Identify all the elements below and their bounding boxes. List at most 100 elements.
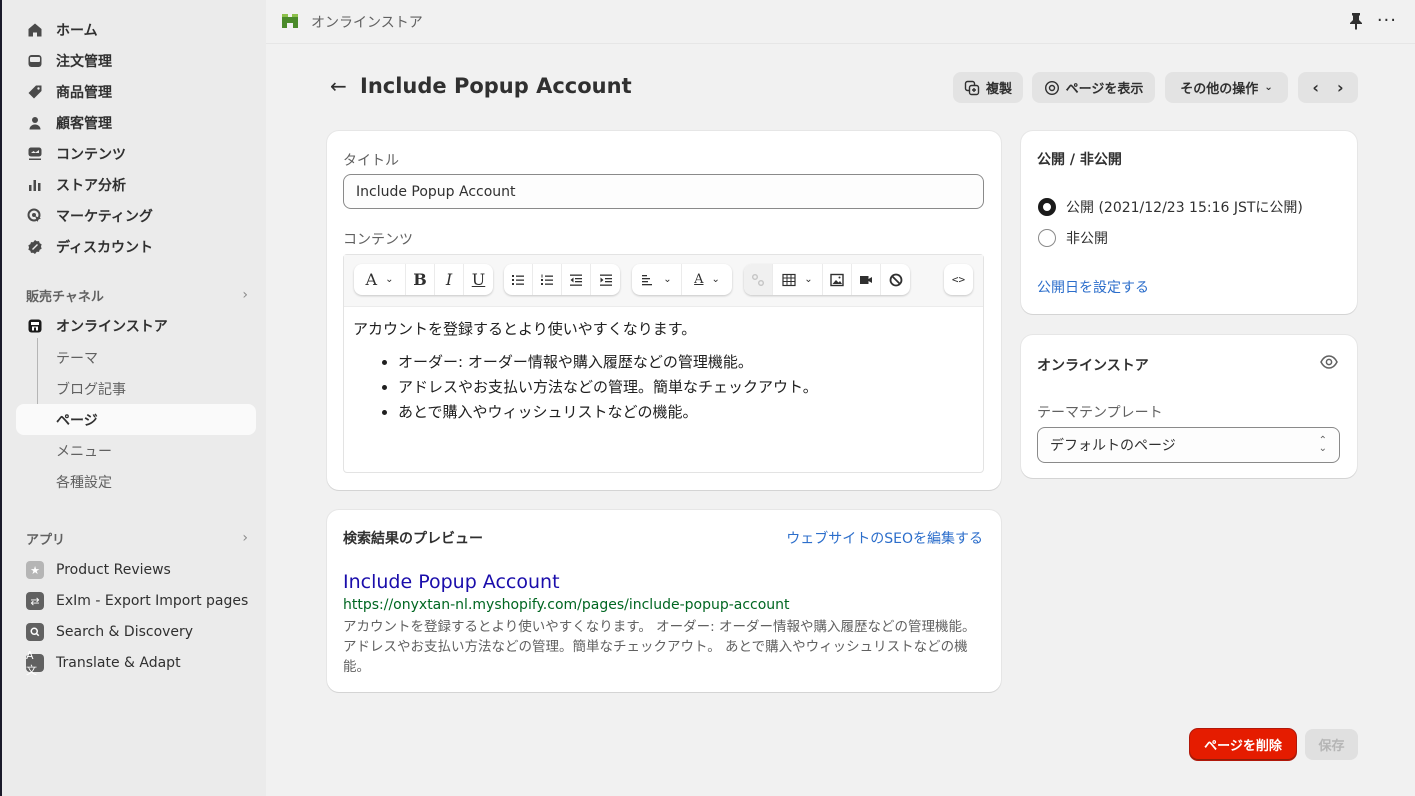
more-actions-button[interactable]: その他の操作 ⌄ xyxy=(1165,72,1288,103)
sidebar-item-label: 注文管理 xyxy=(56,54,112,70)
sidebar-item-label: Product Reviews xyxy=(56,562,171,578)
sidebar: ホーム 注文管理 商品管理 顧客管理 コンテンツ ストア分析 マーケティング デ… xyxy=(2,0,266,796)
list-item: アドレスやお支払い方法などの管理。簡単なチェックアウト。 xyxy=(398,375,818,400)
sidebar-item-customers[interactable]: 顧客管理 xyxy=(16,108,254,138)
code-icon: <> xyxy=(951,273,966,286)
export-import-icon: ⇄ xyxy=(26,592,44,610)
seo-preview-description: アカウントを登録するとより使いやすくなります。 オーダー: オーダー情報や購入履… xyxy=(343,619,976,675)
underline-button[interactable]: U xyxy=(464,264,493,295)
sidebar-item-home[interactable]: ホーム xyxy=(16,15,254,45)
list-group xyxy=(504,264,620,295)
more-options-icon[interactable]: ··· xyxy=(1377,10,1397,31)
theme-template-label: テーマテンプレート xyxy=(1037,405,1163,421)
radio-hidden[interactable]: 非公開 xyxy=(1038,228,1108,248)
sidebar-item-label: コンテンツ xyxy=(56,147,126,163)
numbered-list-icon xyxy=(541,274,553,285)
inbox-icon xyxy=(26,52,44,70)
text-color-button[interactable]: A ⌄ xyxy=(682,264,732,295)
back-arrow-icon[interactable]: ← xyxy=(330,74,347,98)
edit-seo-link[interactable]: ウェブサイトのSEOを編集する xyxy=(786,528,983,548)
view-page-button[interactable]: ページを表示 xyxy=(1032,72,1155,103)
chevron-down-icon: ⌄ xyxy=(385,274,394,285)
sidebar-item-label: ディスカウント xyxy=(56,240,154,256)
italic-button[interactable]: I xyxy=(435,264,464,295)
bullet-list-button[interactable] xyxy=(504,264,533,295)
editor-content[interactable]: アカウントを登録するとより使いやすくなります。 オーダー: オーダー情報や購入履… xyxy=(353,317,818,425)
rich-text-editor[interactable]: A ⌄ B I U ⌄ A ⌄ ⌄ <> アカウントを登録するとより使いやすくなりま… xyxy=(343,254,984,473)
translate-icon: A文 xyxy=(26,649,44,677)
table-icon xyxy=(782,273,796,286)
align-button[interactable]: ⌄ xyxy=(632,264,682,295)
visibility-heading: 公開 / 非公開 xyxy=(1037,152,1122,168)
select-arrows-icon: ⌃ ⌄ xyxy=(1318,435,1327,454)
underline-icon: U xyxy=(471,270,486,289)
show-html-button[interactable]: <> xyxy=(944,264,973,295)
chevron-right-icon: › xyxy=(242,287,248,303)
outdent-button[interactable] xyxy=(562,264,591,295)
sidebar-subitem-menus[interactable]: メニュー xyxy=(16,435,256,466)
font-style-button[interactable]: A ⌄ xyxy=(354,264,406,295)
store-name: オンラインストア xyxy=(311,15,423,31)
image-icon xyxy=(830,273,844,286)
sidebar-item-label: ホーム xyxy=(56,23,98,39)
link-icon xyxy=(752,273,764,286)
store-icon xyxy=(26,317,44,335)
sidebar-item-content[interactable]: コンテンツ xyxy=(16,139,254,169)
eye-icon[interactable] xyxy=(1319,352,1339,372)
list-item: あとで購入やウィッシュリストなどの機能。 xyxy=(398,400,818,425)
table-button[interactable]: ⌄ xyxy=(773,264,823,295)
person-icon xyxy=(26,114,44,132)
apps-heading[interactable]: アプリ › xyxy=(26,528,248,548)
star-icon: ★ xyxy=(26,561,44,579)
font-icon: A xyxy=(365,270,378,289)
clear-formatting-button[interactable] xyxy=(881,264,910,295)
link-button[interactable] xyxy=(744,264,773,295)
sidebar-item-label: Translate & Adapt xyxy=(56,655,181,671)
search-icon xyxy=(26,623,44,641)
title-input[interactable]: Include Popup Account xyxy=(343,174,984,209)
sidebar-item-label: 顧客管理 xyxy=(56,116,112,132)
radio-visible[interactable]: 公開 (2021/12/23 15:16 JSTに公開) xyxy=(1038,197,1303,217)
top-bar: オンラインストア ··· xyxy=(266,0,1415,44)
bold-icon: B xyxy=(413,270,427,289)
previous-page-icon[interactable]: ‹ xyxy=(1312,78,1319,97)
set-publish-date-link[interactable]: 公開日を設定する xyxy=(1037,277,1149,297)
sidebar-subitem-preferences[interactable]: 各種設定 xyxy=(16,466,256,497)
theme-template-select[interactable]: デフォルトのページ ⌃ ⌄ xyxy=(1037,427,1340,463)
sidebar-app-search-discovery[interactable]: Search & Discovery xyxy=(16,617,254,647)
pin-icon[interactable] xyxy=(1348,12,1364,30)
sidebar-app-translate-adapt[interactable]: A文 Translate & Adapt xyxy=(16,648,254,678)
sidebar-item-online-store[interactable]: オンラインストア xyxy=(16,311,254,341)
duplicate-button[interactable]: 複製 xyxy=(953,72,1023,103)
save-button[interactable]: 保存 xyxy=(1305,729,1358,760)
sales-channels-heading[interactable]: 販売チャネル › xyxy=(26,285,248,305)
page-title: Include Popup Account xyxy=(360,74,632,98)
insert-group: ⌄ xyxy=(744,264,910,295)
sidebar-item-marketing[interactable]: マーケティング xyxy=(16,201,254,231)
insert-video-button[interactable] xyxy=(852,264,881,295)
sidebar-item-analytics[interactable]: ストア分析 xyxy=(16,170,254,200)
discount-icon xyxy=(26,238,44,256)
target-icon xyxy=(26,207,44,225)
sidebar-subitem-blog-posts[interactable]: ブログ記事 xyxy=(16,373,256,404)
alignment-group: ⌄ A ⌄ xyxy=(632,264,732,295)
numbered-list-button[interactable] xyxy=(533,264,562,295)
delete-page-button[interactable]: ページを削除 xyxy=(1190,729,1296,760)
sidebar-subitem-themes[interactable]: テーマ xyxy=(16,342,256,373)
indent-button[interactable] xyxy=(591,264,620,295)
editor-toolbar: A ⌄ B I U ⌄ A ⌄ ⌄ <> xyxy=(344,255,983,307)
next-page-icon[interactable]: › xyxy=(1337,78,1344,97)
sidebar-subitem-pages[interactable]: ページ xyxy=(16,404,256,435)
text-color-icon: A xyxy=(694,272,704,287)
content-label: コンテンツ xyxy=(343,232,413,248)
radio-selected-icon xyxy=(1038,198,1056,216)
sidebar-item-discounts[interactable]: ディスカウント xyxy=(16,232,254,262)
title-label: タイトル xyxy=(343,153,399,169)
sidebar-app-exim[interactable]: ⇄ ExIm - Export Import pages xyxy=(16,586,254,616)
bold-button[interactable]: B xyxy=(406,264,435,295)
sidebar-app-product-reviews[interactable]: ★ Product Reviews xyxy=(16,555,254,585)
italic-icon: I xyxy=(445,270,453,289)
sidebar-item-products[interactable]: 商品管理 xyxy=(16,77,254,107)
insert-image-button[interactable] xyxy=(823,264,852,295)
sidebar-item-orders[interactable]: 注文管理 xyxy=(16,46,254,76)
